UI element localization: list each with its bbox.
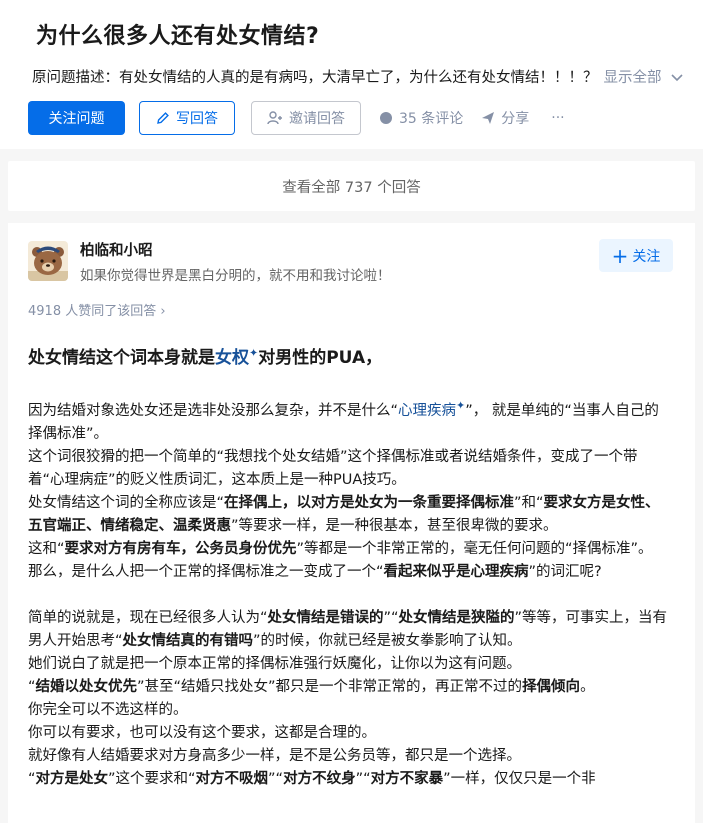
bold-text: 对方不纹身 (283, 770, 356, 787)
chevron-down-icon[interactable] (668, 71, 684, 85)
paragraph: 你完全可以不选这样的。 (28, 701, 188, 718)
question-actions: 关注问题 写回答 邀请回答 35 条评论 分享 ··· (28, 101, 683, 135)
text-segment: ”“ (355, 770, 371, 787)
text-segment: 因为结婚对象选处女还是选非处没那么复杂，并不是什么“ (28, 402, 399, 419)
bold-text: 处女情结真的有错吗 (122, 632, 254, 649)
paragraph: 因为结婚对象选处女还是选非处没那么复杂，并不是什么“心理疾病✦”， 就是单纯的“… (28, 394, 673, 446)
share-label: 分享 (501, 111, 530, 127)
follow-question-button[interactable]: 关注问题 (28, 101, 125, 135)
comment-icon (379, 111, 393, 125)
keyword-link-feminism[interactable]: 女权 (215, 348, 249, 368)
bold-text: 处女情结是狭隘的 (398, 609, 515, 626)
paragraph: 你可以有要求，也可以没有这个要求，这都是合理的。 (28, 724, 376, 741)
bold-text: 看起来似乎是心理疾病 (383, 563, 529, 580)
text-segment: 简单的说就是，现在已经很多人认为“ (28, 609, 268, 626)
text-segment: “ (28, 678, 36, 695)
text-segment: ”一样，仅仅只是一个非 (443, 770, 596, 787)
invite-answer-label: 邀请回答 (289, 111, 345, 127)
paragraph: 就好像有人结婚要求对方身高多少一样，是不是公务员等，都只是一个选择。 (28, 747, 521, 764)
author-bio: 如果你觉得世界是黑白分明的，就不用和我讨论啦！ (80, 268, 391, 284)
text-segment: ”甚至“结婚只找处女”都只是一个非常正常的，再正常不过的 (137, 678, 523, 695)
paragraph: “对方是处女”这个要求和“对方不吸烟”“对方不纹身”“对方不家暴”一样，仅仅只是… (28, 768, 673, 791)
text-segment: ”和“ (514, 494, 544, 511)
heading-text-a: 处女情结这个词本身就是 (28, 348, 215, 368)
paragraph: 这个词很狡猾的把一个简单的“我想找个处女结婚”这个择偶标准或者说结婚条件，变成了… (28, 448, 638, 488)
question-title: 为什么很多人还有处女情结? (36, 24, 320, 49)
pencil-icon (156, 111, 170, 125)
write-answer-button[interactable]: 写回答 (139, 101, 235, 135)
follow-author-button[interactable]: + 关注 (599, 239, 673, 272)
paragraph: 她们说白了就是把一个原本正常的择偶标准强行妖魔化，让你以为这有问题。 (28, 655, 521, 672)
heading-text-b: 对男性的PUA， (258, 348, 383, 368)
text-segment: 处女情结这个词的全称应该是“ (28, 494, 225, 511)
text-segment: ”等都是一个非常正常的，毫无任何问题的“择偶标准”。 (296, 540, 653, 557)
more-button[interactable]: ··· (551, 110, 564, 126)
answer-content: 因为结婚对象选处女还是选非处没那么复杂，并不是什么“心理疾病✦”， 就是单纯的“… (28, 394, 673, 791)
text-segment: 那么，是什么人把一个正常的择偶标准之一变成了一个“ (28, 563, 384, 580)
view-all-answers-button[interactable]: 查看全部 737 个回答 (8, 161, 695, 211)
paragraph: 简单的说就是，现在已经很多人认为“处女情结是错误的”“处女情结是狭隘的”等等，可… (28, 607, 673, 653)
paragraph: 处女情结这个词的全称应该是“在择偶上，以对方是处女为一条重要择偶标准”和“要求女… (28, 492, 673, 538)
share-button[interactable]: 分享 (481, 108, 529, 128)
text-segment: ”等要求一样，是一种很基本，甚至很卑微的要求。 (231, 517, 558, 534)
chevron-right-icon: › (160, 304, 166, 319)
write-answer-label: 写回答 (176, 111, 218, 127)
keyword-link-mental-illness[interactable]: 心理疾病 (398, 403, 456, 419)
answer-heading: 处女情结这个词本身就是女权✦对男性的PUA， (28, 343, 673, 368)
text-segment: ”的时候，你就已经是被女拳影响了认知。 (253, 632, 522, 649)
bold-text: 对方不家暴 (370, 770, 444, 787)
text-segment: “ (28, 770, 36, 787)
plus-icon: + (611, 243, 629, 268)
paragraph: 那么，是什么人把一个正常的择偶标准之一变成了一个“看起来似乎是心理疾病”的词汇呢… (28, 561, 673, 584)
author-info: 柏临和小昭 如果你觉得世界是黑白分明的，就不用和我讨论啦！ + 关注 (28, 237, 673, 284)
text-segment: ”的词汇呢? (528, 563, 602, 580)
bold-text: 处女情结是错误的 (267, 609, 384, 626)
answer-card: 柏临和小昭 如果你觉得世界是黑白分明的，就不用和我讨论啦！ + 关注 4918 … (8, 223, 695, 823)
invite-answer-button[interactable]: 邀请回答 (251, 101, 361, 135)
paragraph: 这和“要求对方有房有车，公务员身份优先”等都是一个非常正常的，毫无任何问题的“择… (28, 538, 673, 561)
text-segment: ”这个要求和“ (108, 770, 196, 787)
vote-count-text: 4918 人赞同了该回答 (28, 304, 157, 319)
comments-label: 35 条评论 (399, 111, 464, 127)
author-name[interactable]: 柏临和小昭 (80, 239, 391, 260)
add-user-icon (267, 111, 283, 125)
avatar[interactable] (28, 241, 68, 281)
share-icon (481, 111, 495, 125)
bold-text: 要求对方有房有车，公务员身份优先 (64, 540, 297, 557)
question-header: 为什么很多人还有处女情结? 原问题描述：有处女情结的人真的是有病吗，大清早亡了，… (0, 0, 703, 149)
follow-author-label: 关注 (632, 248, 661, 265)
bold-text: 结婚以处女优先 (35, 678, 138, 695)
bold-text: 在择偶上，以对方是处女为一条重要择偶标准 (224, 494, 515, 511)
bold-text: 择偶倾向 (522, 678, 581, 695)
question-description: 原问题描述：有处女情结的人真的是有病吗，大清早亡了，为什么还有处女情结！！！？ 显… (32, 66, 683, 87)
text-segment: 这和“ (28, 540, 65, 557)
bold-text: 对方不吸烟 (195, 770, 269, 787)
comments-button[interactable]: 35 条评论 (379, 108, 463, 128)
sparkle-icon: ✦ (456, 399, 466, 412)
paragraph: “结婚以处女优先”甚至“结婚只找处女”都只是一个非常正常的，再正常不过的择偶倾向… (28, 676, 673, 699)
text-segment: 。 (580, 678, 595, 695)
vote-count[interactable]: 4918 人赞同了该回答 › (28, 300, 673, 319)
text-segment: ”“ (383, 609, 399, 626)
show-all-link[interactable]: 显示全部 (604, 70, 662, 86)
question-description-text: 原问题描述：有处女情结的人真的是有病吗，大清早亡了，为什么还有处女情结！！！？ (32, 70, 598, 86)
text-segment: ”“ (268, 770, 284, 787)
author-meta: 柏临和小昭 如果你觉得世界是黑白分明的，就不用和我讨论啦！ (80, 239, 391, 284)
sparkle-icon: ✦ (249, 346, 259, 360)
bold-text: 对方是处女 (35, 770, 109, 787)
